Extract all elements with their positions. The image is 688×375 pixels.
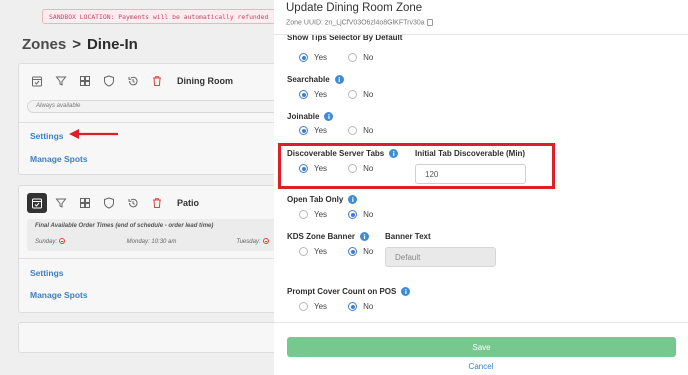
- prompt-cover-no[interactable]: No: [348, 302, 373, 311]
- zone-card-empty: [18, 322, 288, 353]
- divider: [19, 122, 287, 123]
- radio-unselected[interactable]: [299, 210, 308, 219]
- red-arrow-icon: [69, 129, 118, 139]
- radio-selected[interactable]: [348, 210, 358, 219]
- open-tab-only-radio-group: Yes No: [299, 210, 394, 219]
- grid-icon[interactable]: [75, 193, 95, 213]
- radio-selected[interactable]: [299, 53, 308, 62]
- settings-link[interactable]: Settings: [30, 268, 64, 278]
- radio-selected[interactable]: [299, 126, 308, 135]
- grid-icon[interactable]: [75, 71, 95, 91]
- order-times-panel: Final Available Order Times (end of sche…: [27, 219, 281, 251]
- zone-toolbar: Patio: [27, 192, 199, 214]
- show-tips-radio-group: Yes No: [299, 53, 394, 62]
- closed-icon: [262, 238, 269, 244]
- searchable-no[interactable]: No: [348, 90, 373, 99]
- prompt-cover-label: Prompt Cover Count on POS i: [287, 287, 411, 296]
- radio-selected[interactable]: [348, 302, 358, 311]
- filter-icon[interactable]: [51, 71, 71, 91]
- kds-banner-no[interactable]: No: [348, 247, 373, 256]
- closed-icon: [59, 238, 66, 244]
- zone-uuid: Zone UUID: zn_LjCfV03O6zl4o8GlKFTrv30a: [286, 19, 433, 26]
- show-tips-yes[interactable]: Yes: [299, 53, 327, 62]
- prompt-cover-yes[interactable]: Yes: [299, 302, 327, 311]
- trash-icon[interactable]: [147, 71, 167, 91]
- breadcrumb-zones[interactable]: Zones: [22, 36, 66, 53]
- info-icon[interactable]: i: [324, 112, 334, 121]
- copy-icon[interactable]: [426, 19, 433, 26]
- kds-banner-radio-group: Yes No: [299, 247, 394, 256]
- breadcrumb: Zones > Dine-In: [22, 36, 138, 53]
- breadcrumb-separator: >: [72, 36, 81, 53]
- searchable-yes[interactable]: Yes: [299, 90, 327, 99]
- zone-toolbar: Dining Room: [27, 70, 233, 92]
- kds-banner-yes[interactable]: Yes: [299, 247, 327, 256]
- open-tab-only-yes[interactable]: Yes: [299, 210, 327, 219]
- banner-text-label: Banner Text: [385, 232, 431, 241]
- schedule-icon[interactable]: [27, 193, 47, 213]
- filter-icon[interactable]: [51, 193, 71, 213]
- radio-unselected[interactable]: [348, 90, 358, 99]
- info-icon[interactable]: i: [334, 75, 344, 84]
- divider: [19, 258, 287, 259]
- joinable-no[interactable]: No: [348, 126, 373, 135]
- radio-unselected[interactable]: [348, 126, 358, 135]
- radio-unselected[interactable]: [348, 53, 358, 62]
- modal-title: Update Dining Room Zone: [286, 2, 423, 14]
- radio-selected[interactable]: [348, 247, 358, 256]
- modal-footer: Save Cancel: [274, 322, 688, 375]
- zone-card-patio: Patio Final Available Order Times (end o…: [18, 185, 288, 313]
- zone-card-dining-room: Dining Room Always available Settings Ma…: [18, 63, 288, 175]
- banner-text-input[interactable]: Default: [385, 247, 496, 267]
- open-tab-only-no[interactable]: No: [348, 210, 373, 219]
- info-icon[interactable]: i: [360, 232, 370, 241]
- schedule-icon[interactable]: [27, 71, 47, 91]
- trash-icon[interactable]: [147, 193, 167, 213]
- availability-pill: Always available: [27, 100, 281, 113]
- zone-name: Dining Room: [177, 76, 233, 86]
- info-icon[interactable]: i: [348, 195, 358, 204]
- searchable-label: Searchable i: [287, 75, 344, 84]
- sandbox-notice: SANDBOX LOCATION: Payments will be autom…: [42, 9, 292, 24]
- time-tuesday: Tuesday:: [236, 238, 269, 245]
- info-icon[interactable]: i: [401, 287, 411, 296]
- breadcrumb-current: Dine-In: [86, 36, 138, 53]
- time-monday: Monday: 10:30 am: [126, 238, 177, 245]
- radio-selected[interactable]: [299, 90, 308, 99]
- kds-banner-label: KDS Zone Banner i: [287, 232, 370, 241]
- manage-spots-link[interactable]: Manage Spots: [30, 154, 88, 164]
- time-sunday: Sunday:: [35, 238, 125, 245]
- joinable-radio-group: Yes No: [299, 126, 394, 135]
- modal-header: Update Dining Room Zone Zone UUID: zn_Lj…: [274, 0, 688, 35]
- history-icon[interactable]: [123, 71, 143, 91]
- history-icon[interactable]: [123, 193, 143, 213]
- shield-icon[interactable]: [99, 193, 119, 213]
- order-times-title: Final Available Order Times (end of sche…: [35, 223, 214, 229]
- open-tab-only-label: Open Tab Only i: [287, 195, 358, 204]
- cancel-link[interactable]: Cancel: [274, 362, 688, 371]
- joinable-yes[interactable]: Yes: [299, 126, 327, 135]
- order-times-row: Sunday: Monday: 10:30 am Tuesday:: [35, 238, 269, 245]
- searchable-radio-group: Yes No: [299, 90, 394, 99]
- show-tips-no[interactable]: No: [348, 53, 373, 62]
- highlight-box: [278, 143, 555, 189]
- joinable-label: Joinable i: [287, 112, 334, 121]
- manage-spots-link[interactable]: Manage Spots: [30, 290, 88, 300]
- radio-unselected[interactable]: [299, 302, 308, 311]
- shield-icon[interactable]: [99, 71, 119, 91]
- radio-unselected[interactable]: [299, 247, 308, 256]
- prompt-cover-radio-group: Yes No: [299, 302, 394, 311]
- zone-name: Patio: [177, 198, 200, 208]
- settings-link[interactable]: Settings: [30, 131, 64, 141]
- save-button[interactable]: Save: [287, 337, 676, 357]
